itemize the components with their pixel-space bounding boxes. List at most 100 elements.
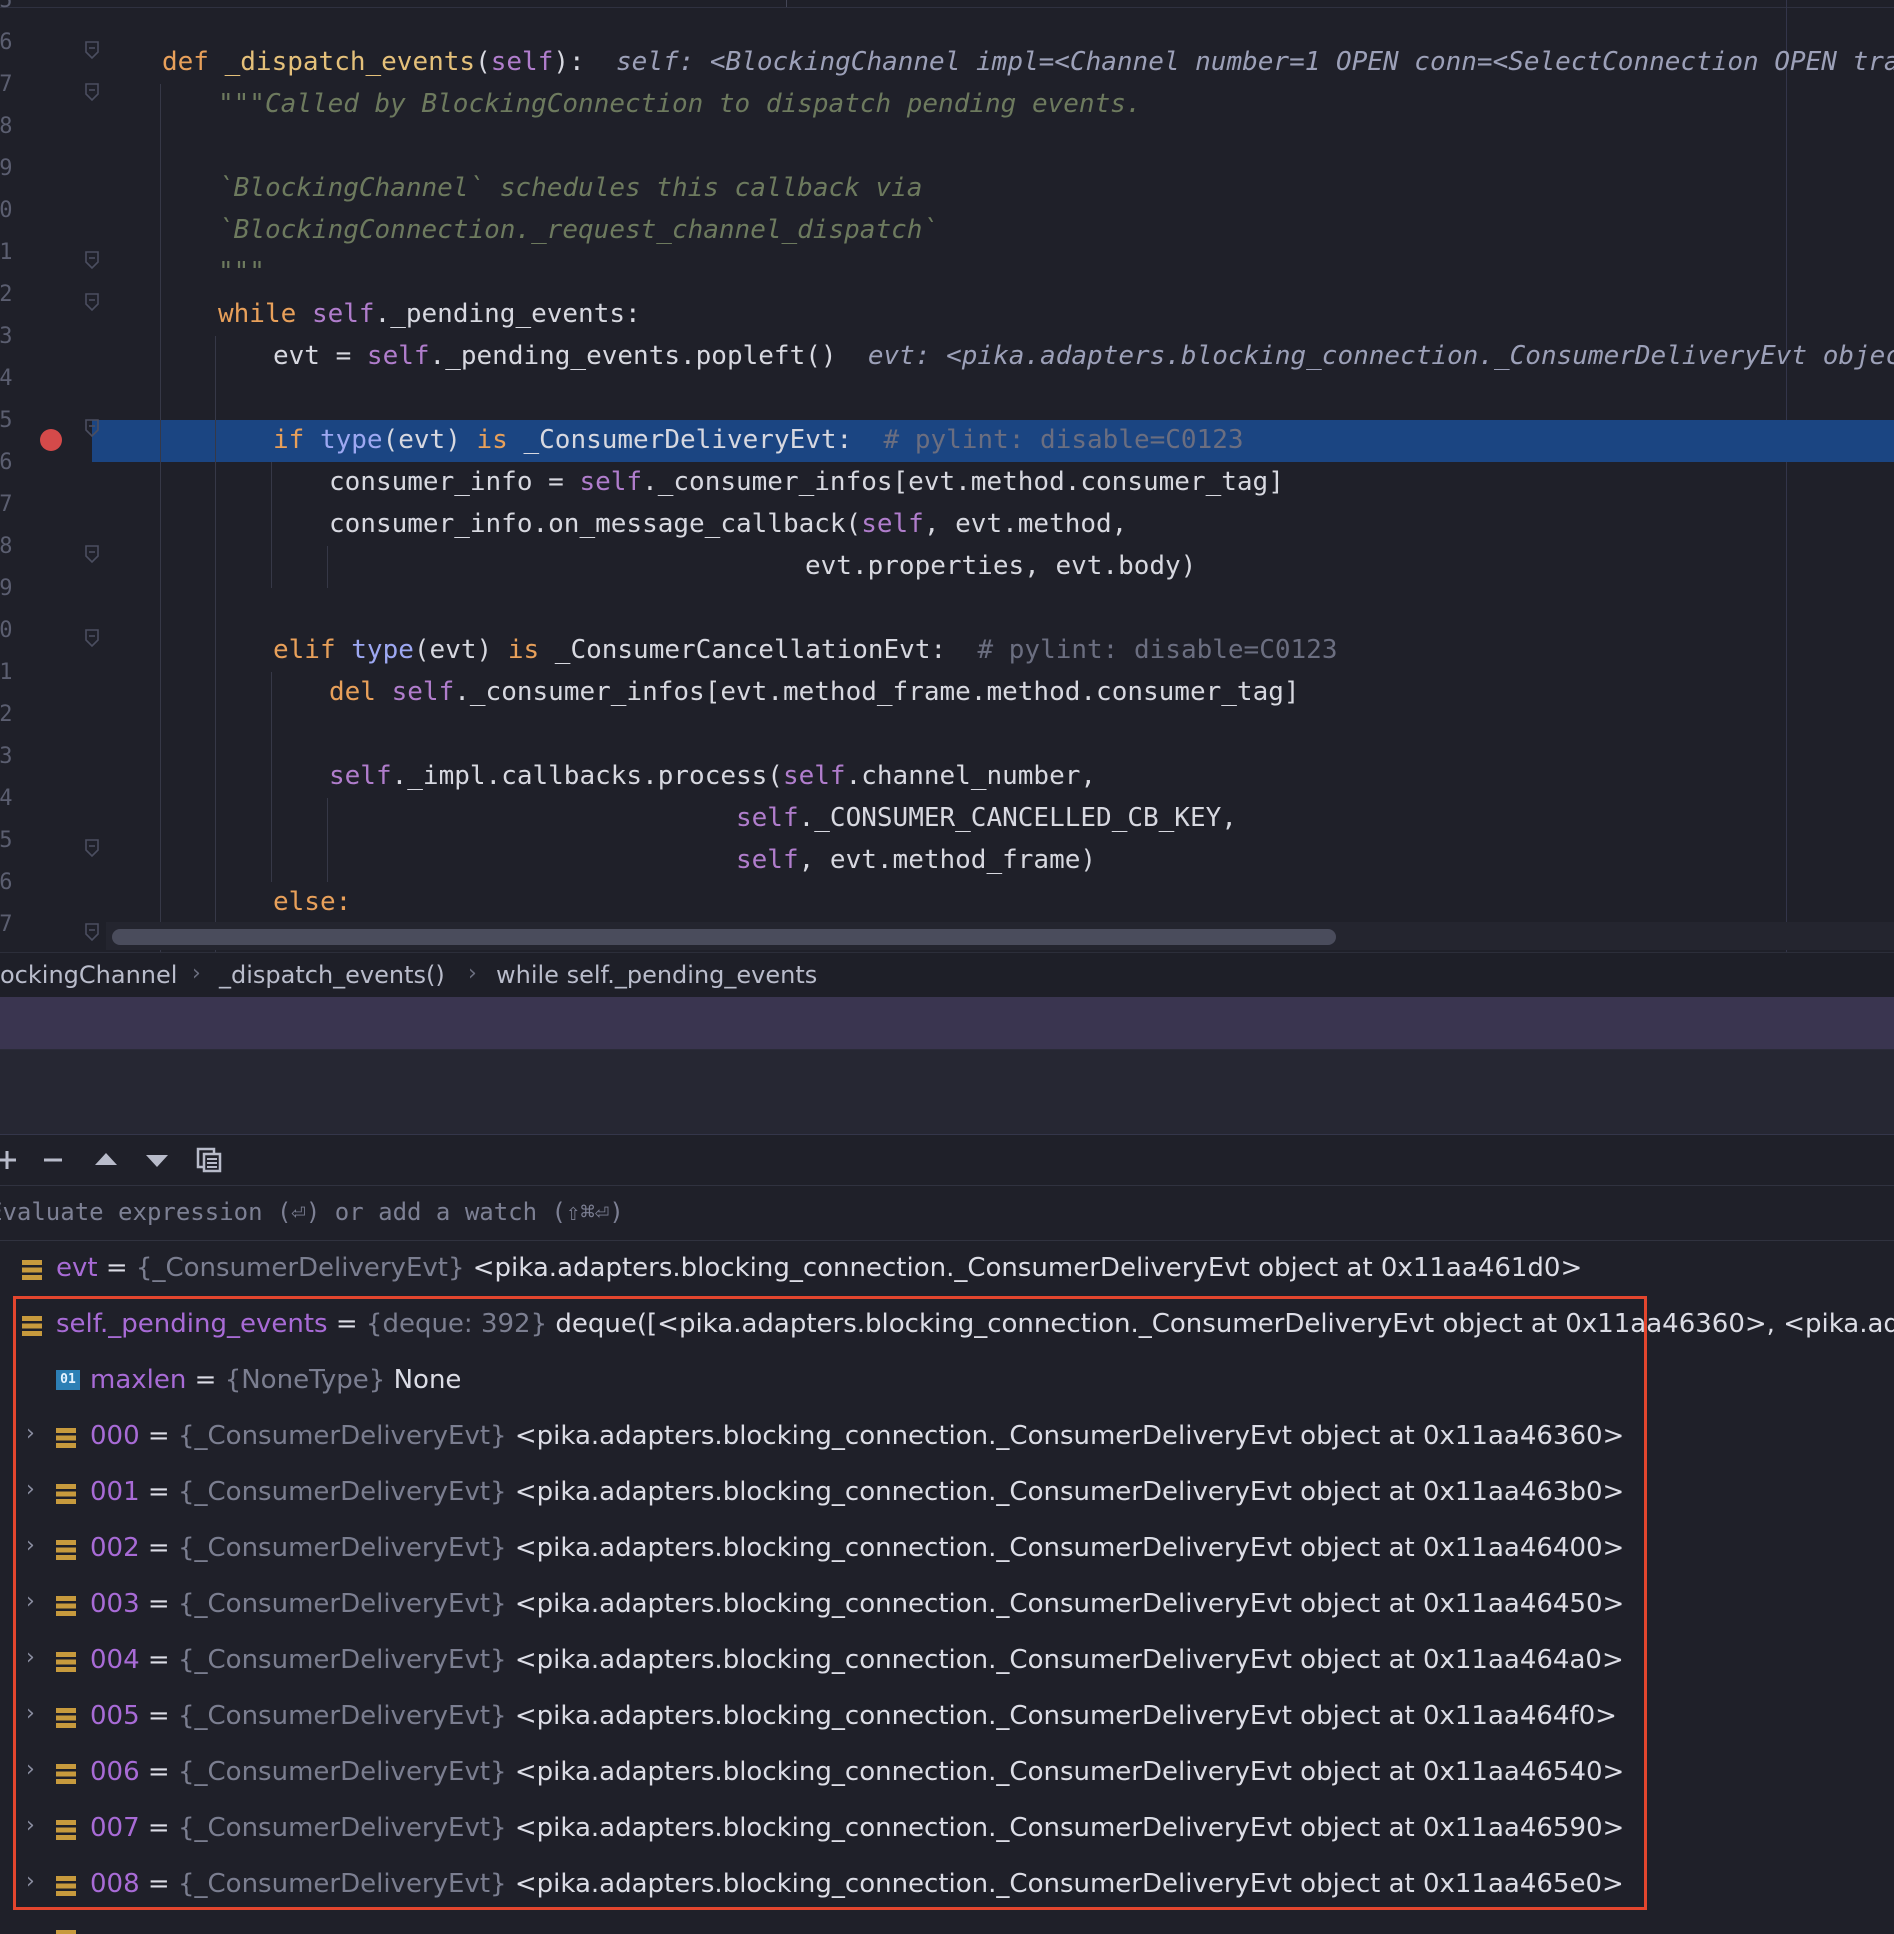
breadcrumb-class[interactable]: ockingChannel [0,961,177,989]
self-ref: self [782,761,846,791]
editor-top-border [0,0,1894,8]
line-number: 15 [0,828,13,853]
self-ref: self [329,761,392,791]
code-line-callback[interactable]: consumer_info.on_message_callback(self, … [329,503,1127,545]
code-text: ._consumer_infos[evt.method_frame.method… [454,677,1300,707]
code-line-while[interactable]: while self._pending_events: [218,293,641,335]
code-text: ._impl.callbacks.process( [391,761,783,791]
fold-marker-icon[interactable] [84,418,100,438]
minus-icon[interactable] [36,1143,70,1177]
breadcrumb: ockingChannel › _dispatch_events() › whi… [0,952,1894,998]
watches-toolbar [0,1135,1894,1186]
list-icon [22,1258,42,1288]
inline-debug-value: evt: <pika.adapters.blocking_connection.… [867,341,1894,371]
fold-marker-icon[interactable] [84,544,100,564]
code-line-evt[interactable]: evt = self._pending_events.popleft() evt… [273,335,1894,377]
code-text: consumer_info = [329,467,580,497]
code-line-if[interactable]: if type(evt) is _ConsumerDeliveryEvt: # … [273,419,1244,461]
line-number: 13 [0,744,13,769]
equals-sign: = [97,1253,136,1283]
code-line-process-cont[interactable]: self._CONSUMER_CANCELLED_CB_KEY, [736,797,1237,839]
indent-guide [327,798,328,882]
plus-icon[interactable] [0,1143,24,1177]
self-ref: self [579,467,643,497]
builtin: type [319,425,383,455]
paren: ): [553,47,585,77]
arrow-down-icon[interactable] [140,1143,174,1177]
fold-marker-icon[interactable] [84,82,100,102]
code-text: , evt.method_frame) [798,845,1097,875]
code-editor[interactable]: 05 06 07 08 09 00 01 02 03 04 05 06 07 08 09 10 11 12 13 14… [0,0,1894,952]
indent-guide [215,336,216,952]
copy-icon[interactable] [192,1143,226,1177]
code-line-callback-cont[interactable]: evt.properties, evt.body) [805,545,1196,587]
self-ref: self [736,803,799,833]
code-line-process[interactable]: self._impl.callbacks.process(self.channe… [329,755,1096,797]
fold-marker-icon[interactable] [84,250,100,270]
evaluate-expression-input[interactable] [0,1192,1788,1232]
keyword: if [273,425,305,455]
arrow-up-icon[interactable] [89,1143,123,1177]
keyword: elif [273,635,336,665]
fold-marker-icon[interactable] [84,922,100,942]
self-ref: self [861,509,924,539]
line-number: 06 [0,450,13,475]
code-line-docstring[interactable]: `BlockingConnection._request_channel_dis… [218,209,938,251]
fold-marker-icon[interactable] [84,292,100,312]
variable-line: evt = {_ConsumerDeliveryEvt} <pika.adapt… [56,1253,1582,1283]
line-number: 01 [0,240,13,265]
fold-marker-icon[interactable] [84,838,100,858]
line-number: 04 [0,366,13,391]
variable-value: <pika.adapters.blocking_connection._Cons… [464,1253,1583,1283]
comment: # pylint: disable=C0123 [883,425,1244,455]
code-text: (evt) [382,425,477,455]
code-line-docstring[interactable]: """ [218,251,265,293]
breakpoint-icon[interactable] [40,429,62,451]
indent-guide [271,462,272,588]
line-number: 08 [0,534,13,559]
line-number: 07 [0,72,13,97]
code-line-process-cont[interactable]: self, evt.method_frame) [736,839,1096,881]
self-param: self [490,47,554,77]
self-ref: self [391,677,455,707]
variable-name: evt [56,1253,98,1283]
right-margin-guide [1786,0,1787,952]
evaluate-expression-bar [0,1186,1894,1241]
code-line-del[interactable]: del self._consumer_infos[evt.method_fram… [329,671,1300,713]
keyword: is [507,635,540,665]
code-line-elif[interactable]: elif type(evt) is _ConsumerCancellationE… [273,629,1337,671]
keyword: while [218,299,297,329]
variable-row[interactable]: › evt = {_ConsumerDeliveryEvt} <pika.adap… [0,1241,1894,1295]
self-ref: self [311,299,375,329]
code-text: _ConsumerCancellationEvt: [539,635,947,665]
line-number: 09 [0,576,13,601]
line-number: 07 [0,492,13,517]
keyword: def [162,47,209,77]
code-line-def[interactable]: def _dispatch_events(self): self: <Block… [162,41,1894,83]
code-text: _ConsumerDeliveryEvt: [507,425,853,455]
code-text: evt = [273,341,367,371]
line-number: 17 [0,912,13,937]
line-number: 10 [0,618,13,643]
line-number: 02 [0,282,13,307]
expand-chevron-icon[interactable]: › [0,1253,1,1278]
code-text: , evt.method, [923,509,1128,539]
line-number: 03 [0,324,13,349]
comment: # pylint: disable=C0123 [977,635,1338,665]
fold-marker-icon[interactable] [84,628,100,648]
line-number: 08 [0,114,13,139]
expand-chevron-icon[interactable]: › [0,1309,1,1334]
line-number: 00 [0,198,13,223]
inline-debug-value: self: <BlockingChannel impl=<Channel num… [615,47,1894,77]
breadcrumb-block[interactable]: while self._pending_events [496,961,817,989]
line-number: 05 [0,408,13,433]
breadcrumb-function[interactable]: _dispatch_events() [219,961,445,989]
code-line-docstring[interactable]: `BlockingChannel` schedules this callbac… [218,167,922,209]
code-text: ._pending_events.popleft() [429,341,837,371]
fold-marker-icon[interactable] [84,40,100,60]
code-line-else[interactable]: else: [273,881,351,923]
code-line-docstring[interactable]: """Called by BlockingConnection to dispa… [218,83,1142,125]
code-line-consumer-info[interactable]: consumer_info = self._consumer_infos[evt… [329,461,1284,503]
horizontal-scrollbar-thumb[interactable] [112,929,1336,945]
annotation-highlight-box [13,1296,1647,1910]
